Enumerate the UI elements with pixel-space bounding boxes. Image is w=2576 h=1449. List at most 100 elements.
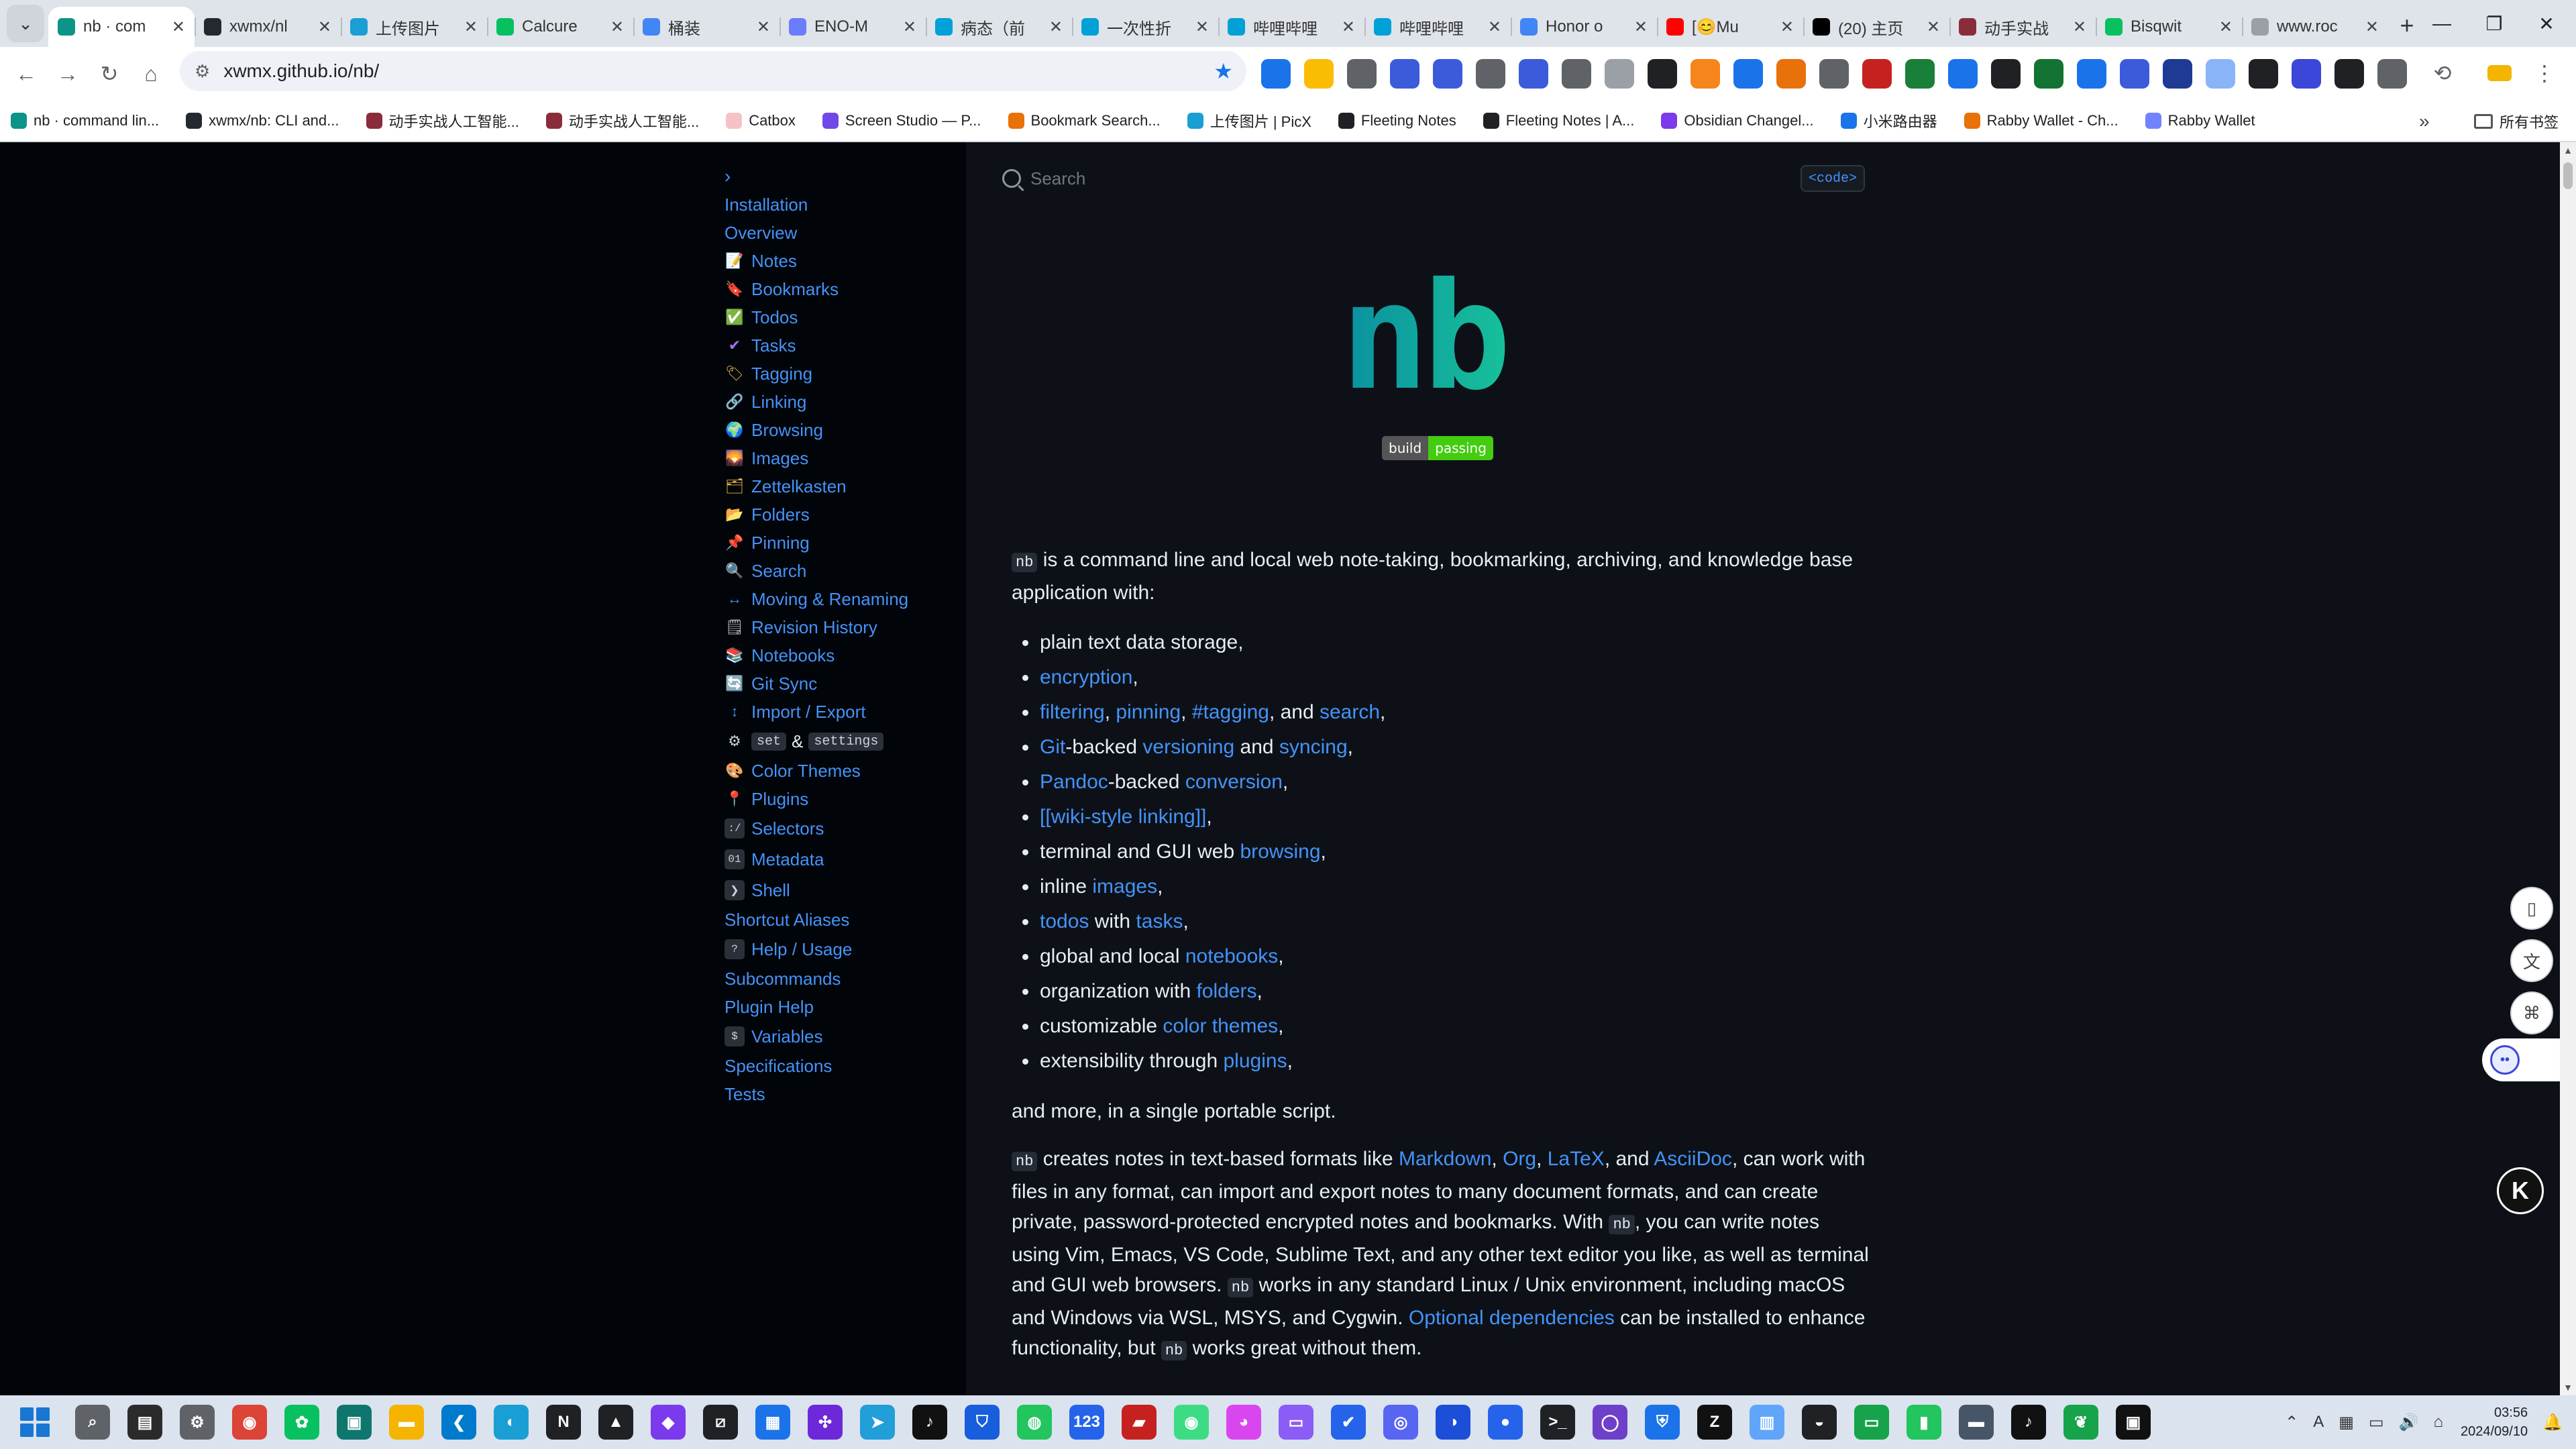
- cloud-ext-icon[interactable]: [1476, 59, 1505, 89]
- sidebar-item-notebooks[interactable]: 📚 Notebooks: [724, 641, 966, 669]
- cloud2-ext-icon[interactable]: [2206, 59, 2235, 89]
- zed-icon[interactable]: Z: [1697, 1405, 1732, 1440]
- browser-tab[interactable]: Bisqwit ✕: [2096, 7, 2242, 47]
- code-toggle-button[interactable]: <code>: [1801, 165, 1866, 192]
- app-pink-icon[interactable]: ◕: [1226, 1405, 1261, 1440]
- todo-icon[interactable]: ✔: [1331, 1405, 1366, 1440]
- notification-bell-icon[interactable]: 🔔: [2542, 1413, 2563, 1432]
- link-wiki-linking[interactable]: [[wiki-style linking]]: [1040, 806, 1206, 828]
- address-bar[interactable]: ⚙ xwmx.github.io/nb/ ★: [180, 51, 1246, 91]
- discord-icon[interactable]: ◎: [1383, 1405, 1418, 1440]
- bookmark-item[interactable]: 小米路由器: [1840, 110, 1937, 131]
- app-blue-icon[interactable]: ◑: [1436, 1405, 1470, 1440]
- browser-tab[interactable]: 病态（前 ✕: [926, 7, 1072, 47]
- tiktok2-icon[interactable]: ♪: [2011, 1405, 2046, 1440]
- sidebar-item-linking[interactable]: 🔗 Linking: [724, 388, 966, 416]
- tray-icon[interactable]: ▦: [2339, 1413, 2354, 1432]
- settings-icon[interactable]: ⚙: [180, 1405, 215, 1440]
- close-window-button[interactable]: ✕: [2516, 0, 2576, 47]
- file-manager-icon[interactable]: ▤: [127, 1405, 162, 1440]
- red-badge-ext-icon[interactable]: [1862, 59, 1892, 89]
- browser-tab[interactable]: 桶装 ✕: [633, 7, 780, 47]
- sidebar-item-specifications[interactable]: Specifications: [724, 1052, 966, 1080]
- close-tab-icon[interactable]: ✕: [1342, 17, 1355, 37]
- obsidian-icon[interactable]: ◆: [651, 1405, 686, 1440]
- app-bar-icon[interactable]: ▬: [1959, 1405, 1994, 1440]
- app-green-icon[interactable]: ◍: [1017, 1405, 1052, 1440]
- chart-ext-icon[interactable]: [1948, 59, 1978, 89]
- app-dark-icon[interactable]: ▲: [598, 1405, 633, 1440]
- link-tasks[interactable]: tasks: [1136, 910, 1183, 932]
- app-slash-icon[interactable]: ⧄: [703, 1405, 738, 1440]
- eye-ext-icon[interactable]: [1819, 59, 1849, 89]
- link-latex[interactable]: LaTeX: [1548, 1148, 1605, 1170]
- link-versioning[interactable]: versioning: [1142, 736, 1234, 758]
- sidebar-item-folders[interactable]: 📂 Folders: [724, 500, 966, 529]
- app-navy-icon[interactable]: ●: [1488, 1405, 1523, 1440]
- home-button[interactable]: ⌂: [130, 53, 172, 95]
- store-icon[interactable]: ▦: [755, 1405, 790, 1440]
- tray-icon[interactable]: A: [2313, 1413, 2324, 1432]
- browser-tab[interactable]: www.roc ✕: [2242, 7, 2388, 47]
- star-ext-icon[interactable]: [1304, 59, 1334, 89]
- link-syncing[interactable]: syncing: [1279, 736, 1348, 758]
- link-pinning[interactable]: pinning: [1116, 701, 1181, 723]
- app-red-icon[interactable]: ▰: [1122, 1405, 1157, 1440]
- h-ext-icon[interactable]: [2249, 59, 2278, 89]
- sidebar-item-revision-history[interactable]: 🗒 Revision History: [724, 613, 966, 641]
- close-tab-icon[interactable]: ✕: [1780, 17, 1794, 37]
- sidebar-item-search[interactable]: 🔍 Search: [724, 557, 966, 585]
- green-ext-icon[interactable]: [1905, 59, 1935, 89]
- browser-tab[interactable]: ENO-M ✕: [780, 7, 926, 47]
- sidebar-item-bookmarks[interactable]: 🔖 Bookmarks: [724, 275, 966, 303]
- app-circle-icon[interactable]: ◐: [494, 1405, 529, 1440]
- orange-ring-ext-icon[interactable]: [1776, 59, 1806, 89]
- bookmark-item[interactable]: 动手实战人工智能...: [366, 110, 519, 131]
- link-markdown[interactable]: Markdown: [1399, 1148, 1491, 1170]
- folder-purple-icon[interactable]: ▭: [1279, 1405, 1313, 1440]
- square-ext-icon[interactable]: [2163, 59, 2192, 89]
- f-ext-icon[interactable]: [2334, 59, 2364, 89]
- sidebar-item-browsing[interactable]: 🌍 Browsing: [724, 416, 966, 444]
- browser-tab[interactable]: Honor o ✕: [1511, 7, 1657, 47]
- bookmark-item[interactable]: nb · command lin...: [11, 112, 159, 129]
- telegram-icon[interactable]: ➤: [860, 1405, 895, 1440]
- browser-tab[interactable]: (20) 主页 ✕: [1803, 7, 1949, 47]
- metamask-ext-icon[interactable]: [1690, 59, 1720, 89]
- close-tab-icon[interactable]: ✕: [2219, 17, 2233, 37]
- bookmark-item[interactable]: Fleeting Notes: [1338, 112, 1456, 129]
- k-blue-ext-icon[interactable]: [2077, 59, 2106, 89]
- link-filtering[interactable]: filtering: [1040, 701, 1105, 723]
- screenshot-ext-icon[interactable]: [1433, 59, 1462, 89]
- notion-icon[interactable]: N: [546, 1405, 581, 1440]
- k-black-ext-icon[interactable]: [1991, 59, 2021, 89]
- bookmark-item[interactable]: Obsidian Changel...: [1661, 112, 1814, 129]
- reader-mode-button[interactable]: ▯: [2510, 887, 2553, 930]
- y-ext-icon[interactable]: [1733, 59, 1763, 89]
- sidebar-item-metadata[interactable]: 01 Metadata: [724, 844, 966, 875]
- bot-ext-icon[interactable]: [2292, 59, 2321, 89]
- close-tab-icon[interactable]: ✕: [2073, 17, 2086, 37]
- link-pandoc[interactable]: Pandoc: [1040, 771, 1108, 793]
- explorer-icon[interactable]: ▬: [389, 1405, 424, 1440]
- reload-button[interactable]: ↻: [89, 53, 130, 95]
- profile-sync-button[interactable]: ⟲: [2422, 52, 2463, 94]
- build-status-badge[interactable]: build passing: [1382, 436, 1493, 460]
- bookmark-item[interactable]: 上传图片 | PicX: [1187, 110, 1311, 131]
- link-asciidoc[interactable]: AsciiDoc: [1654, 1148, 1732, 1170]
- sidebar-item-installation[interactable]: Installation: [724, 191, 966, 219]
- app-shield-icon[interactable]: ⛨: [1645, 1405, 1680, 1440]
- chrome-icon[interactable]: ◉: [232, 1405, 267, 1440]
- bookmark-item[interactable]: xwmx/nb: CLI and...: [186, 112, 339, 129]
- sidebar-item-moving-renaming[interactable]: ↔ Moving & Renaming: [724, 585, 966, 613]
- browser-tab[interactable]: 哔哩哔哩 ✕: [1364, 7, 1511, 47]
- close-tab-icon[interactable]: ✕: [318, 17, 331, 37]
- tray-icon[interactable]: 🔊: [2399, 1413, 2419, 1432]
- sidebar-item-plugins[interactable]: 📍 Plugins: [724, 785, 966, 813]
- browser-tab[interactable]: Calcure ✕: [487, 7, 633, 47]
- sidebar-item-color-themes[interactable]: 🎨 Color Themes: [724, 757, 966, 785]
- sidebar-item-settings[interactable]: ⚙ set & settings: [724, 726, 966, 757]
- link-notebooks[interactable]: notebooks: [1185, 945, 1278, 967]
- sidebar-item-tests[interactable]: Tests: [724, 1080, 966, 1108]
- link-org[interactable]: Org: [1503, 1148, 1536, 1170]
